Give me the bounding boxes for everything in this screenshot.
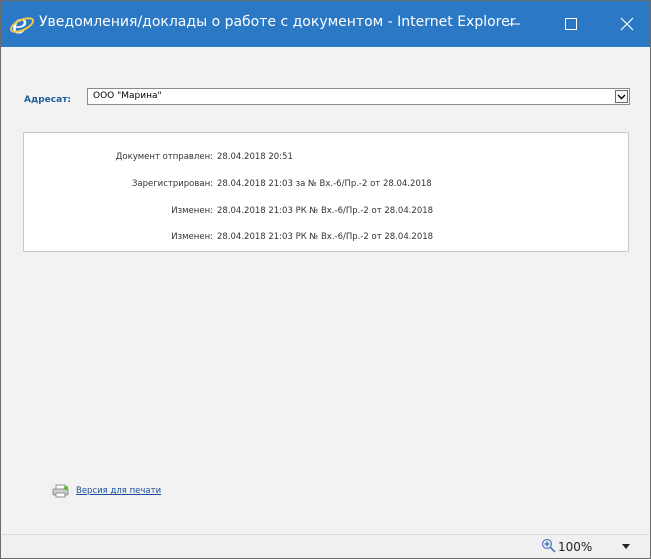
- minimize-button[interactable]: [491, 1, 537, 47]
- notification-label: Документ отправлен:: [115, 152, 213, 162]
- maximize-icon: [565, 18, 577, 30]
- dropdown-button[interactable]: [615, 90, 628, 103]
- title-bar: e Уведомления/доклады о работе с докумен…: [1, 1, 650, 47]
- close-icon: [620, 17, 634, 31]
- notification-row: Изменен: 28.04.2018 21:03 РК № Вх.-6/Пр.…: [24, 206, 630, 220]
- zoom-level[interactable]: 100%: [558, 540, 592, 554]
- notification-row: Зарегистрирован: 28.04.2018 21:03 за № В…: [24, 179, 630, 193]
- notification-value: 28.04.2018 21:03 за № Вх.-6/Пр.-2 от 28.…: [217, 179, 432, 189]
- notification-value: 28.04.2018 21:03 РК № Вх.-6/Пр.-2 от 28.…: [217, 206, 434, 216]
- zoom-icon[interactable]: [541, 538, 557, 554]
- printer-icon: [52, 484, 69, 498]
- window-title: Уведомления/доклады о работе с документо…: [39, 14, 516, 30]
- minimize-icon: [508, 23, 520, 25]
- browser-window: e Уведомления/доклады о работе с докумен…: [0, 0, 651, 559]
- page-content: Адресат: ООО "Марина" Документ отправлен…: [2, 47, 649, 534]
- notification-row: Изменен: 28.04.2018 21:03 РК № Вх.-6/Пр.…: [24, 232, 630, 246]
- notification-row: Документ отправлен: 28.04.2018 20:51: [24, 152, 630, 166]
- notification-label: Изменен:: [171, 232, 213, 242]
- status-bar: 100%: [2, 534, 649, 558]
- addressee-label: Адресат:: [24, 95, 72, 105]
- print-version-link[interactable]: Версия для печати: [52, 483, 161, 499]
- zoom-dropdown-icon[interactable]: [621, 544, 631, 550]
- chevron-down-icon: [617, 94, 626, 99]
- notifications-panel: Документ отправлен: 28.04.2018 20:51 Зар…: [23, 132, 629, 252]
- print-version-label[interactable]: Версия для печати: [76, 486, 161, 496]
- maximize-button[interactable]: [548, 1, 594, 47]
- notification-value: 28.04.2018 21:03 РК № Вх.-6/Пр.-2 от 28.…: [217, 232, 434, 242]
- close-button[interactable]: [604, 1, 650, 47]
- internet-explorer-icon: e: [9, 11, 35, 37]
- notification-value: 28.04.2018 20:51: [217, 152, 293, 162]
- notification-label: Изменен:: [171, 206, 213, 216]
- addressee-select[interactable]: ООО "Марина": [87, 88, 630, 105]
- addressee-selected-value: ООО "Марина": [93, 91, 162, 101]
- notification-label: Зарегистрирован:: [131, 179, 213, 189]
